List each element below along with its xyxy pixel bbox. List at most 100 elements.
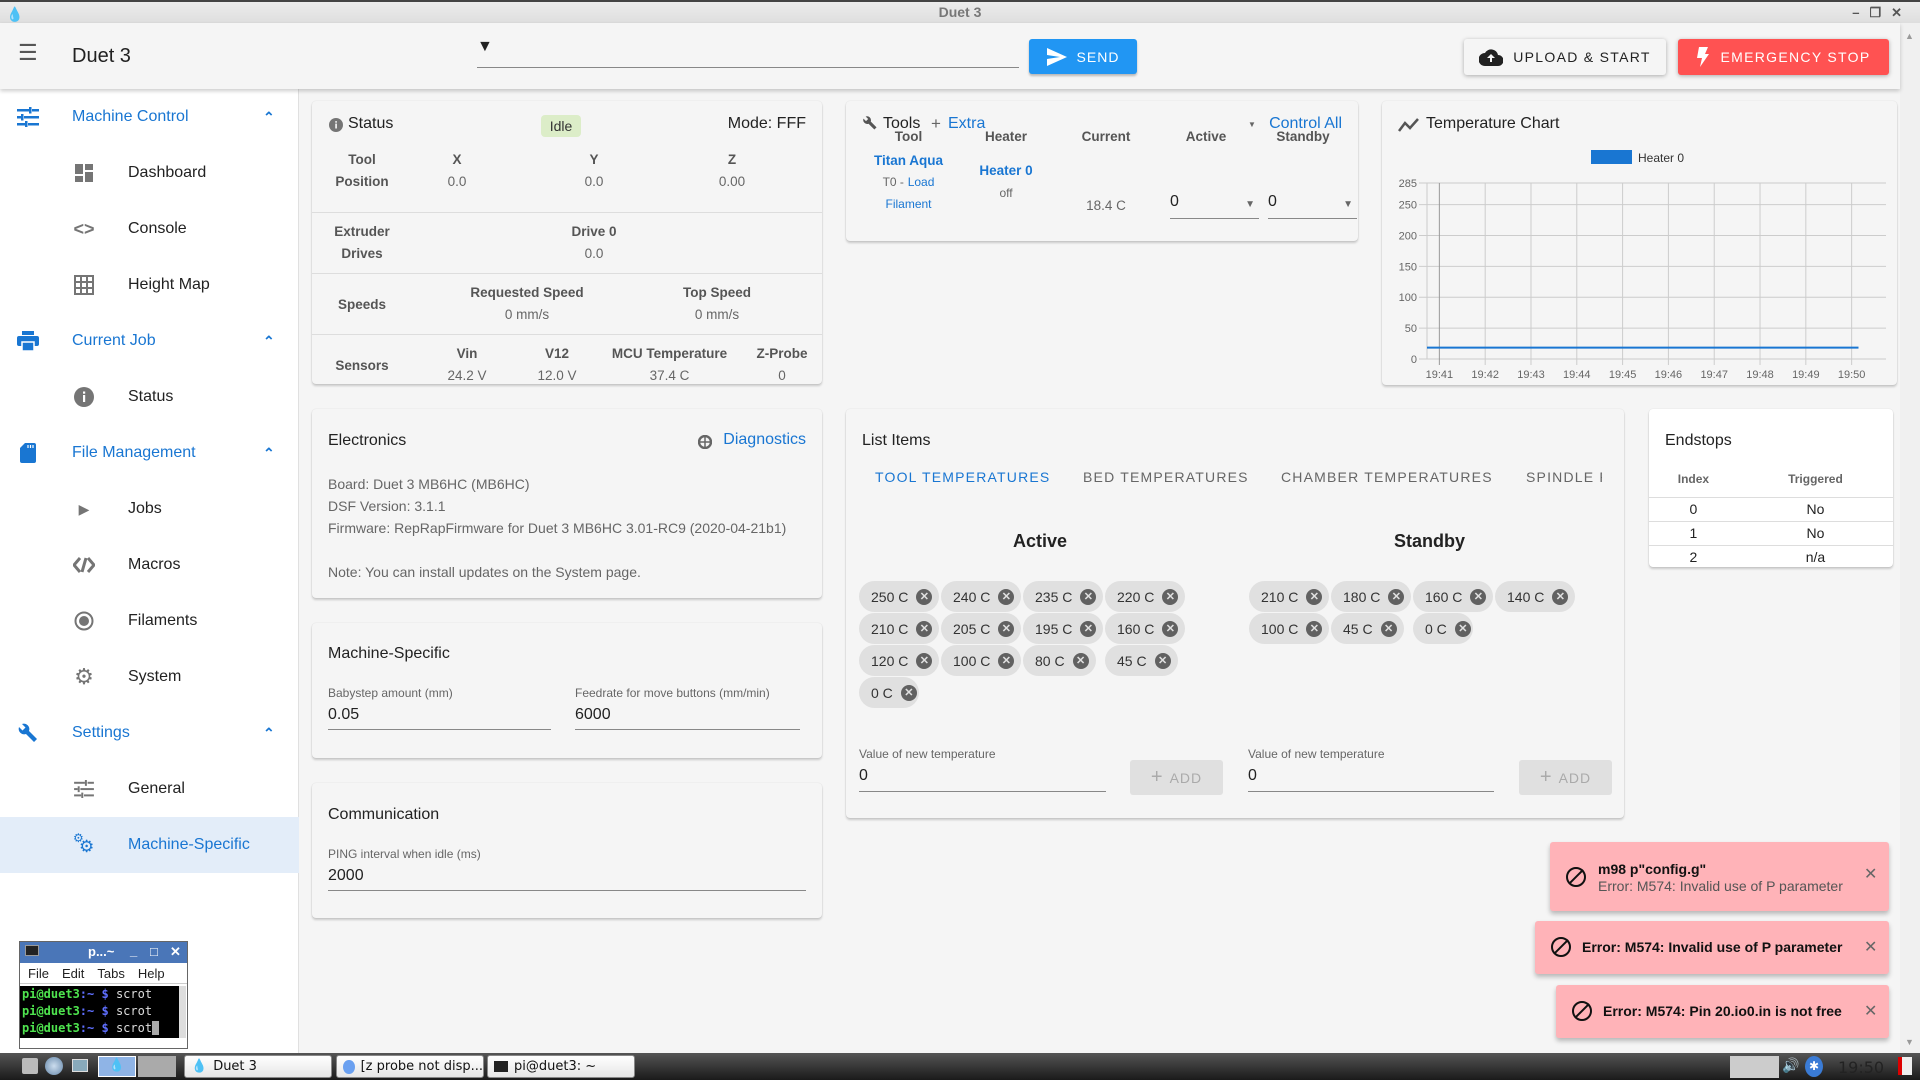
terminal-close-button[interactable]: ✕: [170, 944, 181, 960]
add-active-temperature-button[interactable]: + ADD: [1130, 760, 1223, 795]
taskbar-item-duet3[interactable]: 💧 Duet 3: [184, 1055, 332, 1078]
close-icon[interactable]: ✕: [1864, 937, 1877, 957]
command-input[interactable]: ▼: [477, 38, 1019, 68]
babystep-input[interactable]: Babystep amount (mm) 0.05: [328, 686, 551, 730]
new-standby-temperature-value[interactable]: 0: [1248, 767, 1257, 785]
bluetooth-icon[interactable]: ✱: [1805, 1056, 1823, 1077]
command-history-dropdown-icon[interactable]: ▼: [477, 38, 493, 55]
terminal-minimize-button[interactable]: _: [130, 943, 137, 958]
logout-icon[interactable]: [1898, 1057, 1912, 1075]
remove-chip-icon[interactable]: ✕: [1080, 620, 1097, 637]
add-standby-temperature-button[interactable]: + ADD: [1519, 760, 1612, 795]
close-window-button[interactable]: ✕: [1891, 5, 1912, 20]
remove-chip-icon[interactable]: ✕: [1162, 588, 1179, 605]
file-manager-icon[interactable]: [22, 1058, 38, 1074]
temperature-chip: 210 C ✕: [859, 613, 939, 644]
sidebar-item-macros[interactable]: Macros: [0, 537, 299, 593]
active-temperature-select[interactable]: 0 ▼: [1170, 189, 1259, 219]
remove-chip-icon[interactable]: ✕: [998, 588, 1015, 605]
terminal-titlebar[interactable]: p...~ _ □ ✕: [20, 942, 187, 963]
remove-chip-icon[interactable]: ✕: [1080, 588, 1097, 605]
close-icon[interactable]: ✕: [1864, 864, 1877, 884]
remove-chip-icon[interactable]: ✕: [916, 620, 933, 637]
remove-chip-icon[interactable]: ✕: [1306, 620, 1323, 637]
hamburger-menu-icon[interactable]: ☰: [18, 42, 38, 64]
menu-file[interactable]: File: [28, 963, 49, 983]
column-header: Active: [1185, 129, 1227, 144]
standby-temperature-select[interactable]: 0 ▼: [1268, 189, 1357, 219]
sidebar-group-settings[interactable]: Settings ⌃: [0, 713, 299, 753]
load-filament-link[interactable]: Load: [908, 175, 935, 189]
ping-interval-value[interactable]: 2000: [328, 867, 364, 885]
remove-chip-icon[interactable]: ✕: [1380, 620, 1397, 637]
feedrate-input[interactable]: Feedrate for move buttons (mm/min) 6000: [575, 686, 800, 730]
scroll-down-arrow-icon[interactable]: ▼: [1905, 1037, 1914, 1047]
remove-chip-icon[interactable]: ✕: [1454, 620, 1471, 637]
menu-help[interactable]: Help: [138, 963, 165, 983]
sidebar-item-label: Machine-Specific: [128, 836, 250, 853]
current-temperature: 18.4 C: [1086, 198, 1126, 213]
remove-chip-icon[interactable]: ✕: [1470, 588, 1487, 605]
sidebar-item-filaments[interactable]: Filaments: [0, 593, 299, 649]
remove-chip-icon[interactable]: ✕: [998, 652, 1015, 669]
sidebar-group-current-job[interactable]: Current Job ⌃: [0, 321, 299, 361]
feedrate-value[interactable]: 6000: [575, 706, 611, 724]
remove-chip-icon[interactable]: ✕: [998, 620, 1015, 637]
tab-spindle-rpm[interactable]: SPINDLE R: [1526, 469, 1602, 485]
taskbar-item-terminal[interactable]: pi@duet3: ~: [487, 1055, 635, 1078]
new-active-temperature-value[interactable]: 0: [859, 767, 868, 785]
table-row: 0 No: [1649, 497, 1893, 521]
remove-chip-icon[interactable]: ✕: [1388, 588, 1405, 605]
remove-chip-icon[interactable]: ✕: [1162, 620, 1179, 637]
tool-name-link[interactable]: Titan Aqua: [874, 153, 943, 168]
upload-start-button[interactable]: UPLOAD & START: [1464, 39, 1666, 75]
volume-icon[interactable]: 🔊: [1782, 1057, 1799, 1074]
sidebar-item-general[interactable]: General: [0, 761, 299, 817]
terminal-window[interactable]: p...~ _ □ ✕ File Edit Tabs Help pi@duet3…: [19, 941, 188, 1049]
sidebar-item-height-map[interactable]: Height Map: [0, 257, 299, 313]
scroll-up-arrow-icon[interactable]: ▲: [1905, 31, 1914, 41]
new-standby-temperature-input[interactable]: Value of new temperature 0: [1248, 747, 1494, 792]
new-active-temperature-input[interactable]: Value of new temperature 0: [859, 747, 1106, 792]
diagnostics-link[interactable]: Diagnostics: [723, 431, 806, 449]
remove-chip-icon[interactable]: ✕: [900, 684, 917, 701]
sidebar-group-machine-control[interactable]: Machine Control ⌃: [0, 97, 299, 137]
send-button[interactable]: SEND: [1029, 39, 1137, 74]
ping-interval-input[interactable]: PING interval when idle (ms) 2000: [328, 847, 806, 891]
heater-link[interactable]: Heater 0: [979, 163, 1032, 178]
show-desktop-icon[interactable]: [72, 1059, 88, 1072]
tab-chamber-temperatures[interactable]: CHAMBER TEMPERATURES: [1281, 469, 1493, 485]
minimize-button[interactable]: –: [1852, 5, 1869, 20]
remove-chip-icon[interactable]: ✕: [1154, 652, 1171, 669]
terminal-scrollbar[interactable]: [179, 986, 186, 1038]
page-scrollbar[interactable]: ▲ ▼: [1900, 23, 1920, 1053]
status-card: Status Idle Mode: FFF Tool Position X 0.0 …: [312, 101, 822, 384]
remove-chip-icon[interactable]: ✕: [916, 588, 933, 605]
sidebar-item-machine-specific[interactable]: ⚙ ⚙ Machine-Specific: [0, 817, 299, 873]
tab-tool-temperatures[interactable]: TOOL TEMPERATURES: [875, 469, 1050, 485]
emergency-stop-button[interactable]: EMERGENCY STOP: [1678, 39, 1889, 75]
sidebar-group-file-management[interactable]: File Management ⌃: [0, 433, 299, 473]
remove-chip-icon[interactable]: ✕: [1552, 588, 1569, 605]
sidebar-item-console[interactable]: <> Console: [0, 201, 299, 257]
terminal-screen[interactable]: pi@duet3:~ $ scrot pi@duet3:~ $ scrot pi…: [20, 986, 180, 1038]
menu-edit[interactable]: Edit: [62, 963, 84, 983]
babystep-value[interactable]: 0.05: [328, 706, 359, 724]
menu-tabs[interactable]: Tabs: [97, 963, 124, 983]
taskbar-item-browser[interactable]: [z probe not disp...: [336, 1055, 484, 1078]
remove-chip-icon[interactable]: ✕: [1306, 588, 1323, 605]
load-filament-link[interactable]: Filament: [885, 197, 931, 211]
terminal-maximize-button[interactable]: □: [150, 944, 158, 959]
tab-bed-temperatures[interactable]: BED TEMPERATURES: [1083, 469, 1249, 485]
browser-icon[interactable]: [45, 1057, 63, 1075]
workspace-1-icon[interactable]: 💧: [98, 1056, 136, 1077]
remove-chip-icon[interactable]: ✕: [916, 652, 933, 669]
remove-chip-icon[interactable]: ✕: [1072, 652, 1089, 669]
close-icon[interactable]: ✕: [1864, 1001, 1877, 1021]
sidebar-item-jobs[interactable]: ▶ Jobs: [0, 481, 299, 537]
workspace-2-icon[interactable]: [138, 1056, 176, 1077]
sidebar-item-dashboard[interactable]: Dashboard: [0, 145, 299, 201]
sidebar-item-system[interactable]: ⚙ System: [0, 649, 299, 705]
restore-button[interactable]: ❐: [1869, 5, 1891, 20]
sidebar-item-status[interactable]: Status: [0, 369, 299, 425]
